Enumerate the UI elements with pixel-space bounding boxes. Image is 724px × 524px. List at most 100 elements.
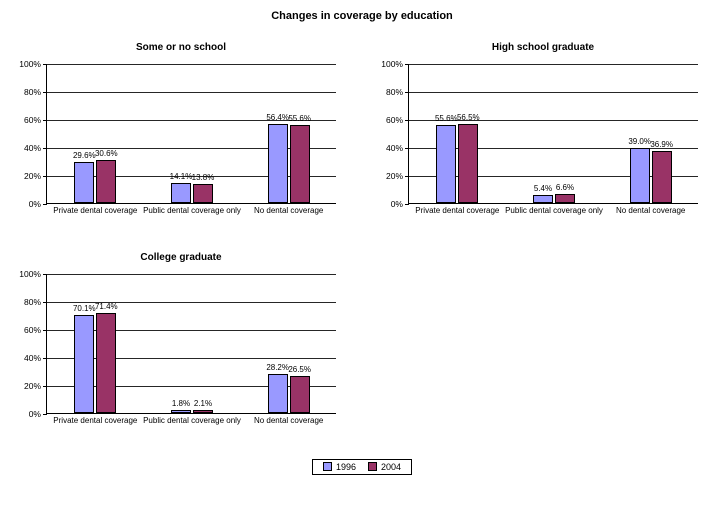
legend-item-2004: 2004: [368, 462, 401, 472]
main-title: Changes in coverage by education: [0, 0, 724, 36]
empty-cell: [362, 246, 724, 456]
y-tick: [43, 148, 47, 149]
bar: [533, 195, 553, 203]
chart-grid: Some or no school 0%20%40%60%80%100%Priv…: [0, 36, 724, 456]
grid-line: [47, 302, 336, 303]
grid-line: [47, 64, 336, 65]
x-axis-label: Public dental coverage only: [143, 416, 241, 425]
y-tick: [43, 302, 47, 303]
legend-label: 1996: [336, 462, 356, 472]
y-tick: [43, 274, 47, 275]
y-axis-label: 0%: [371, 199, 403, 209]
y-tick: [405, 92, 409, 93]
y-tick: [405, 148, 409, 149]
y-tick: [43, 120, 47, 121]
bar: [630, 148, 650, 203]
bar-value-label: 56.5%: [457, 113, 480, 122]
y-tick: [405, 204, 409, 205]
legend-swatch-2004: [368, 462, 377, 471]
bar-value-label: 13.8%: [192, 173, 215, 182]
chart-subtitle: High school graduate: [362, 42, 724, 53]
bar: [458, 124, 478, 203]
bar: [290, 376, 310, 413]
plot-area: 0%20%40%60%80%100%Private dental coverag…: [408, 64, 698, 204]
y-axis-label: 20%: [9, 171, 41, 181]
y-axis-label: 40%: [9, 353, 41, 363]
bar-value-label: 6.6%: [556, 183, 574, 192]
y-tick: [405, 176, 409, 177]
bar: [268, 374, 288, 413]
bar: [555, 194, 575, 203]
bar-value-label: 36.9%: [650, 140, 673, 149]
bar-value-label: 29.6%: [73, 151, 96, 160]
bar-value-label: 28.2%: [266, 363, 289, 372]
plot-area: 0%20%40%60%80%100%Private dental coverag…: [46, 274, 336, 414]
y-axis-label: 60%: [9, 325, 41, 335]
bar: [96, 313, 116, 413]
bar: [74, 162, 94, 203]
bar-value-label: 56.4%: [266, 113, 289, 122]
bar-value-label: 71.4%: [95, 302, 118, 311]
bar-value-label: 14.1%: [170, 172, 193, 181]
y-tick: [43, 358, 47, 359]
bar: [436, 125, 456, 203]
bar: [193, 184, 213, 203]
legend-swatch-1996: [323, 462, 332, 471]
page: Changes in coverage by education Some or…: [0, 0, 724, 484]
x-axis-label: No dental coverage: [616, 206, 685, 215]
bar-value-label: 5.4%: [534, 184, 552, 193]
y-axis-label: 100%: [371, 59, 403, 69]
x-axis-label: Private dental coverage: [415, 206, 499, 215]
bar: [652, 151, 672, 203]
bar: [268, 124, 288, 203]
bar: [171, 410, 191, 413]
grid-line: [47, 274, 336, 275]
bar-value-label: 26.5%: [288, 365, 311, 374]
x-axis-label: No dental coverage: [254, 416, 323, 425]
x-axis-label: Public dental coverage only: [143, 206, 241, 215]
x-axis-label: No dental coverage: [254, 206, 323, 215]
y-axis-label: 80%: [9, 297, 41, 307]
y-tick: [43, 330, 47, 331]
y-axis-label: 20%: [371, 171, 403, 181]
chart-some-or-no-school: Some or no school 0%20%40%60%80%100%Priv…: [0, 36, 362, 246]
y-axis-label: 0%: [9, 199, 41, 209]
grid-line: [409, 92, 698, 93]
x-axis-label: Private dental coverage: [53, 206, 137, 215]
y-axis-label: 40%: [9, 143, 41, 153]
bar: [96, 160, 116, 203]
y-axis-label: 40%: [371, 143, 403, 153]
y-axis-label: 20%: [9, 381, 41, 391]
legend: 1996 2004: [312, 459, 412, 475]
y-axis-label: 80%: [9, 87, 41, 97]
y-tick: [43, 64, 47, 65]
y-axis-label: 100%: [9, 269, 41, 279]
y-tick: [405, 120, 409, 121]
y-axis-label: 100%: [9, 59, 41, 69]
y-tick: [43, 92, 47, 93]
y-axis-label: 60%: [371, 115, 403, 125]
chart-high-school-graduate: High school graduate 0%20%40%60%80%100%P…: [362, 36, 724, 246]
bar-value-label: 70.1%: [73, 304, 96, 313]
bar-value-label: 39.0%: [628, 137, 651, 146]
bar: [171, 183, 191, 203]
y-axis-label: 80%: [371, 87, 403, 97]
y-tick: [43, 386, 47, 387]
bar-value-label: 2.1%: [194, 399, 212, 408]
plot-area: 0%20%40%60%80%100%Private dental coverag…: [46, 64, 336, 204]
bar: [193, 410, 213, 413]
y-tick: [43, 204, 47, 205]
chart-subtitle: College graduate: [0, 252, 362, 263]
y-tick: [43, 176, 47, 177]
bar-value-label: 1.8%: [172, 399, 190, 408]
y-axis-label: 0%: [9, 409, 41, 419]
legend-wrap: 1996 2004: [0, 456, 724, 484]
y-axis-label: 60%: [9, 115, 41, 125]
legend-label: 2004: [381, 462, 401, 472]
bar-value-label: 30.6%: [95, 149, 118, 158]
bar-value-label: 55.6%: [288, 114, 311, 123]
x-axis-label: Private dental coverage: [53, 416, 137, 425]
legend-item-1996: 1996: [323, 462, 356, 472]
grid-line: [409, 64, 698, 65]
bar: [74, 315, 94, 413]
